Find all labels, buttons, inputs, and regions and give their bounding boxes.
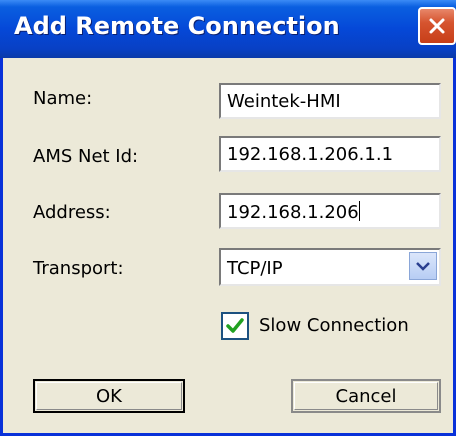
address-label: Address: (33, 202, 111, 223)
close-button[interactable] (418, 7, 456, 45)
address-field[interactable]: 192.168.1.206 (219, 193, 441, 229)
ams-net-id-label: AMS Net Id: (33, 146, 139, 167)
ok-button-label: OK (96, 385, 122, 407)
slow-connection-label[interactable]: Slow Connection (259, 315, 409, 336)
checkmark-icon (226, 318, 244, 333)
cancel-button-label: Cancel (335, 385, 397, 407)
name-field[interactable]: Weintek-HMI (219, 83, 441, 119)
transport-label: Transport: (33, 258, 124, 279)
name-label: Name: (33, 88, 93, 109)
window-title: Add Remote Connection (14, 12, 340, 40)
ams-net-id-field[interactable]: 192.168.1.206.1.1 (219, 136, 441, 172)
add-remote-connection-dialog: Add Remote Connection Name: Weintek-HMI … (0, 0, 456, 436)
address-value: 192.168.1.206 (227, 202, 359, 223)
slow-connection-checkbox[interactable] (221, 312, 249, 340)
text-cursor (358, 201, 360, 221)
cancel-button[interactable]: Cancel (291, 379, 441, 413)
title-bar[interactable]: Add Remote Connection (0, 0, 456, 58)
transport-select[interactable]: TCP/IP (219, 248, 441, 286)
chevron-down-icon (416, 262, 430, 271)
dropdown-button[interactable] (409, 252, 437, 280)
transport-value: TCP/IP (227, 258, 283, 279)
close-icon (429, 18, 445, 34)
ok-button[interactable]: OK (33, 379, 185, 413)
